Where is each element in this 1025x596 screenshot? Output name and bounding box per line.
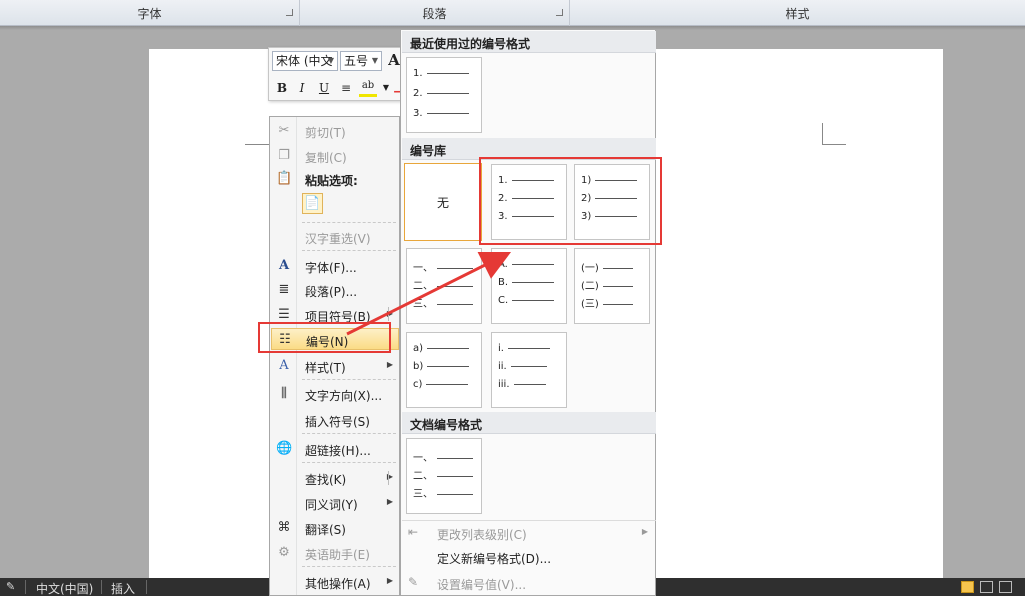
annotation-arrow xyxy=(346,251,512,336)
